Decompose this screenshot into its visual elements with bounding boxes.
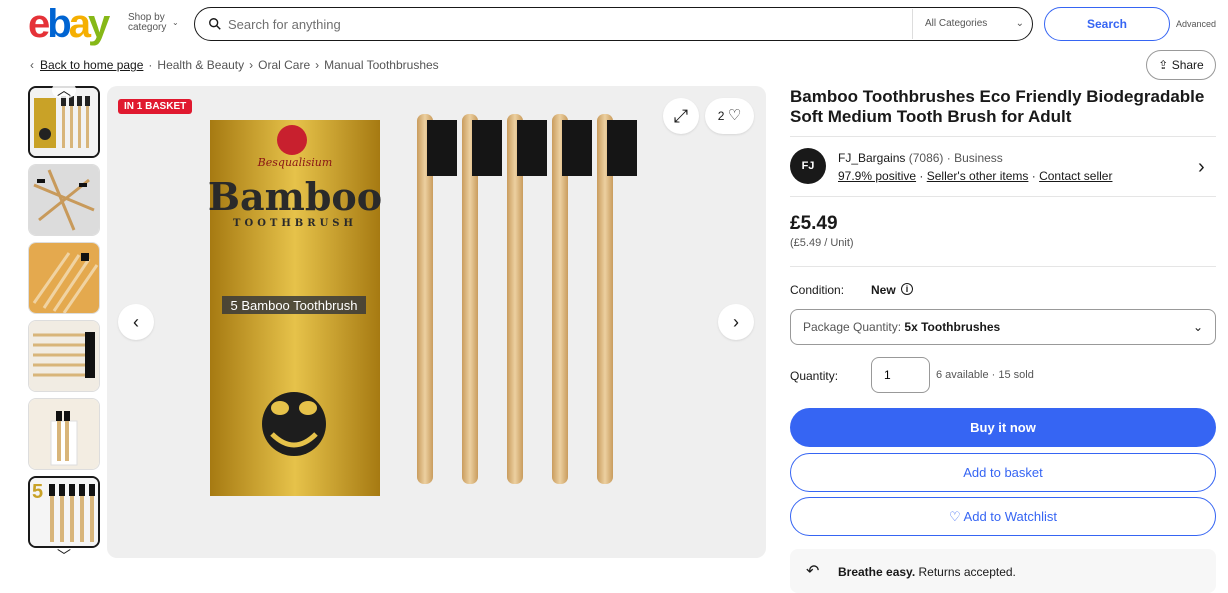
in-basket-badge: IN 1 BASKET	[118, 99, 193, 114]
shop-by-category-button[interactable]: Shop by category ⌄	[128, 13, 180, 33]
category-select[interactable]: All Categories ⌄	[912, 9, 1032, 39]
breadcrumb-manual-toothbrushes[interactable]: Manual Toothbrushes	[324, 58, 439, 72]
chevron-left-icon: ‹	[133, 312, 139, 332]
thumbnail-scroll-up[interactable]: ︿	[52, 82, 76, 98]
ebay-logo[interactable]: ebay	[28, 2, 110, 46]
main-product-image[interactable]: Besqualisium Bamboo TOOTHBRUSH 5 Bamboo …	[107, 86, 766, 558]
package-quantity-value: 5x Toothbrushes	[904, 320, 1001, 334]
contact-seller-link[interactable]: Contact seller	[1039, 169, 1112, 183]
package-quantity-label: Package Quantity:	[803, 320, 902, 334]
box-label: 5 Bamboo Toothbrush	[231, 298, 358, 313]
next-image-button[interactable]: ›	[718, 304, 754, 340]
add-to-watchlist-button[interactable]: ♡ Add to Watchlist	[790, 497, 1216, 536]
shop-by-category-label: Shop by category	[128, 12, 167, 33]
seller-links: 97.9% positive · Seller's other items · …	[838, 169, 1112, 183]
seller-info: FJ_Bargains (7086) · Business	[838, 151, 1003, 165]
chevron-up-icon: ︿	[57, 82, 71, 98]
divider	[790, 136, 1216, 137]
seller-other-items-link[interactable]: Seller's other items	[927, 169, 1029, 183]
heart-icon: ♡	[727, 107, 742, 124]
separator: ·	[919, 169, 924, 183]
price: £5.49	[790, 213, 838, 234]
watch-count-button[interactable]: 2 ♡	[705, 98, 754, 134]
chevron-down-icon: ⌄	[172, 18, 179, 27]
previous-image-button[interactable]: ‹	[118, 304, 154, 340]
breadcrumb-separator: ·	[148, 58, 153, 72]
thumbnail-count-label: 5	[32, 481, 43, 503]
breadcrumb: ‹ Back to home page · Health & Beauty › Oral …	[30, 58, 439, 72]
divider	[790, 196, 1216, 197]
logo-letter-b: b	[47, 2, 72, 46]
breadcrumb-separator: ›	[315, 58, 320, 72]
back-to-home-link[interactable]: Back to home page	[40, 58, 143, 72]
share-icon: ⇪	[1158, 58, 1169, 72]
thumbnail-2[interactable]	[28, 164, 100, 236]
package-quantity-select[interactable]: Package Quantity: 5x Toothbrushes ⌄	[790, 309, 1216, 345]
separator: ·	[946, 151, 951, 165]
breadcrumb-oral-care[interactable]: Oral Care	[258, 58, 310, 72]
listing-title: Bamboo Toothbrushes Eco Friendly Biodegr…	[790, 87, 1205, 126]
heart-icon: ♡	[948, 509, 961, 524]
availability-text: 6 available · 15 sold	[936, 369, 1034, 381]
expand-image-button[interactable]: ⤢	[663, 98, 699, 134]
thumbnail-image	[29, 399, 99, 469]
product-photo: Besqualisium Bamboo TOOTHBRUSH 5 Bamboo …	[208, 114, 637, 496]
add-to-watchlist-label: Add to Watchlist	[963, 509, 1057, 524]
condition-label: Condition:	[790, 283, 845, 297]
chevron-down-icon: ﹀	[57, 548, 71, 564]
thumbnail-6[interactable]: 5	[28, 476, 100, 548]
add-to-basket-button[interactable]: Add to basket	[790, 453, 1216, 492]
thumbnail-3[interactable]	[28, 242, 100, 314]
buy-it-now-button[interactable]: Buy it now	[790, 408, 1216, 447]
seller-type: Business	[954, 151, 1003, 165]
chevron-right-icon: ›	[733, 312, 739, 332]
separator: ·	[1031, 169, 1036, 183]
search-icon	[209, 18, 221, 30]
search-input[interactable]	[228, 14, 888, 34]
thumbnail-image	[29, 321, 99, 391]
chevron-down-icon: ⌄	[1192, 320, 1203, 334]
logo-letter-e: e	[28, 2, 50, 46]
breadcrumb-health-beauty[interactable]: Health & Beauty	[157, 58, 244, 72]
returns-banner: ↶ Breathe easy. Returns accepted.	[790, 549, 1216, 593]
thumbnail-image	[29, 243, 99, 313]
logo-letter-a: a	[68, 2, 91, 46]
expand-icon: ⤢	[673, 106, 689, 126]
logo-letter-y: y	[87, 2, 110, 46]
category-select-value: All Categories	[925, 18, 988, 29]
breadcrumb-separator: ›	[249, 58, 254, 72]
returns-text: Returns accepted.	[918, 565, 1016, 579]
thumbnail-scroll-down[interactable]: ﹀	[52, 548, 76, 564]
unit-price: (£5.49 / Unit)	[790, 237, 854, 249]
divider	[790, 266, 1216, 267]
seller-chevron-right-icon[interactable]: ›	[1198, 156, 1205, 179]
thumbnail-4[interactable]	[28, 320, 100, 392]
chevron-left-icon: ‹	[30, 58, 34, 72]
thumbnail-5[interactable]	[28, 398, 100, 470]
thumbnail-image: 5	[30, 478, 98, 546]
return-arrow-icon: ↶	[806, 563, 820, 580]
thumbnail-image	[30, 88, 98, 156]
quantity-input[interactable]	[871, 357, 930, 393]
info-icon[interactable]: i	[901, 283, 913, 295]
box-subtitle: TOOTHBRUSH	[233, 218, 357, 229]
box-title: Bamboo	[208, 174, 382, 219]
share-label: Share	[1171, 58, 1204, 72]
quantity-label: Quantity:	[790, 369, 839, 383]
returns-bold: Breathe easy.	[838, 565, 916, 579]
share-button[interactable]: ⇪ Share	[1146, 50, 1216, 80]
search-button[interactable]: Search	[1044, 7, 1170, 41]
seller-feedback-count: (7086)	[908, 151, 944, 165]
advanced-search-link[interactable]: Advanced	[1176, 19, 1216, 29]
seller-avatar[interactable]: FJ	[790, 148, 826, 184]
seller-positive-link[interactable]: 97.9% positive	[838, 169, 916, 183]
box-brand: Besqualisium	[257, 156, 333, 169]
condition-value: New	[871, 283, 896, 297]
search-bar: All Categories ⌄	[194, 7, 1033, 41]
seller-name-link[interactable]: FJ_Bargains	[838, 151, 905, 165]
chevron-down-icon: ⌄	[1015, 18, 1024, 29]
thumbnail-image	[29, 165, 99, 235]
watch-count: 2	[717, 109, 725, 123]
